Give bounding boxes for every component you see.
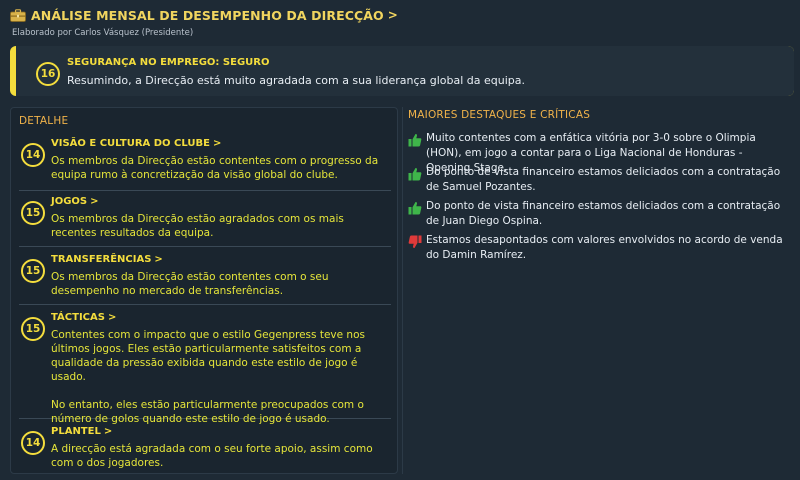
- report-header: ANÁLISE MENSAL DE DESEMPENHO DA DIRECÇÃO…: [10, 6, 398, 24]
- thumbs-up-icon: [408, 200, 422, 215]
- score-badge: 15: [21, 317, 45, 341]
- detail-section-title: DETALHE: [19, 115, 69, 127]
- detail-item-title-link[interactable]: JOGOS >: [51, 196, 99, 207]
- detail-item-text: Os membros da Direcção estão contentes c…: [51, 155, 379, 181]
- highlight-text: Do ponto de vista financeiro estamos del…: [426, 200, 781, 227]
- detail-item-title-link[interactable]: VISÃO E CULTURA DO CLUBE >: [51, 138, 221, 149]
- detail-item-text: A direcção está agradada com o seu forte…: [51, 443, 373, 469]
- detail-item-title-link[interactable]: TRANSFERÊNCIAS >: [51, 254, 163, 265]
- thumbs-up-icon: [408, 132, 422, 147]
- detail-item-title: TÁCTICAS: [51, 312, 105, 323]
- highlight-item: Do ponto de vista financeiro estamos del…: [408, 199, 788, 231]
- detail-item-title: VISÃO E CULTURA DO CLUBE: [51, 138, 210, 149]
- detail-item-title-link[interactable]: TÁCTICAS >: [51, 312, 116, 323]
- briefcase-icon: [10, 8, 26, 22]
- job-security-score: 16: [36, 62, 60, 86]
- chevron-right-icon: >: [103, 426, 113, 437]
- score-badge: 14: [21, 431, 45, 455]
- highlight-item: Muito contentes com a enfática vitória p…: [408, 131, 788, 174]
- detail-item-matches: 15 JOGOS > Os membros da Direcção estão a…: [19, 196, 391, 247]
- job-security-banner: 16 SEGURANÇA NO EMPREGO: SEGURO Resumind…: [10, 46, 794, 96]
- detail-item-club-vision: 14 VISÃO E CULTURA DO CLUBE > Os membros …: [19, 138, 391, 191]
- thumbs-down-icon: [408, 234, 422, 249]
- detail-item-squad: 14 PLANTEL > A direcção está agradada com…: [19, 426, 391, 472]
- report-author: Elaborado por Carlos Vásquez (Presidente…: [12, 28, 194, 38]
- highlight-text: Estamos desapontados com valores envolvi…: [426, 234, 783, 261]
- criticism-item: Estamos desapontados com valores envolvi…: [408, 233, 788, 265]
- score-badge: 14: [21, 143, 45, 167]
- detail-item-title: TRANSFERÊNCIAS: [51, 254, 152, 265]
- detail-item-title: JOGOS: [51, 196, 88, 207]
- job-security-panel: 16 SEGURANÇA NO EMPREGO: SEGURO Resumind…: [16, 46, 794, 96]
- job-security-summary: Resumindo, a Direcção está muito agradad…: [67, 74, 526, 87]
- page-title[interactable]: ANÁLISE MENSAL DE DESEMPENHO DA DIRECÇÃO: [31, 8, 384, 23]
- detail-panel: DETALHE 14 VISÃO E CULTURA DO CLUBE > Os …: [10, 107, 398, 474]
- detail-item-title: PLANTEL: [51, 426, 101, 437]
- job-security-title: SEGURANÇA NO EMPREGO: SEGURO: [67, 57, 270, 68]
- score-badge: 15: [21, 259, 45, 283]
- highlight-text: Do ponto de vista financeiro estamos del…: [426, 166, 781, 193]
- detail-item-transfers: 15 TRANSFERÊNCIAS > Os membros da Direcçã…: [19, 254, 391, 305]
- detail-item-title-link[interactable]: PLANTEL >: [51, 426, 112, 437]
- highlight-item: Do ponto de vista financeiro estamos del…: [408, 165, 788, 197]
- panel-divider: [402, 107, 403, 474]
- chevron-right-icon: >: [107, 312, 117, 323]
- highlights-panel: MAIORES DESTAQUES E CRÍTICAS Muito conte…: [408, 107, 794, 474]
- thumbs-up-icon: [408, 166, 422, 181]
- chevron-right-icon: >: [212, 138, 222, 149]
- detail-item-text: Contentes com o impacto que o estilo Geg…: [51, 329, 365, 425]
- chevron-right-icon[interactable]: >: [388, 8, 398, 22]
- detail-item-text: Os membros da Direcção estão agradados c…: [51, 213, 344, 239]
- chevron-right-icon: >: [154, 254, 163, 265]
- highlights-section-title: MAIORES DESTAQUES E CRÍTICAS: [408, 109, 591, 121]
- detail-item-tactics: 15 TÁCTICAS > Contentes com o impacto que…: [19, 312, 391, 425]
- score-badge: 15: [21, 201, 45, 225]
- detail-item-text: Os membros da Direcção estão contentes c…: [51, 271, 329, 297]
- chevron-right-icon: >: [90, 196, 99, 207]
